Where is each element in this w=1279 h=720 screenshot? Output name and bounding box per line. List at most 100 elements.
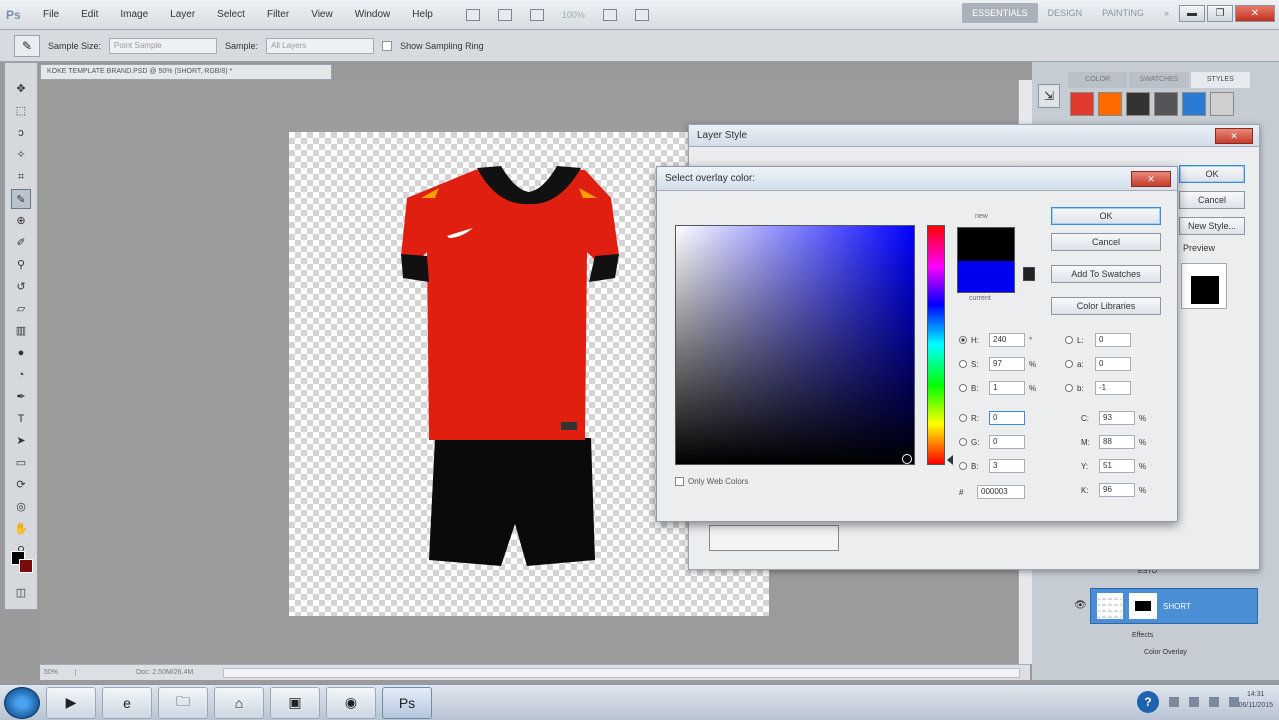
blur-tool-icon[interactable]: ● [11,343,31,363]
path-selection-tool-icon[interactable]: ➤ [11,431,31,451]
saturation-radio[interactable] [959,360,967,368]
brush-tool-icon[interactable]: ✐ [11,233,31,253]
new-style-button[interactable]: New Style... [1179,217,1245,235]
red-radio[interactable] [959,414,967,422]
arrange-icon[interactable] [529,8,544,21]
style-swatch[interactable] [1126,92,1150,116]
healing-brush-tool-icon[interactable]: ⊕ [11,211,31,231]
black-input[interactable]: 96 [1099,483,1135,497]
color-field-cursor[interactable] [902,454,912,464]
hand-tool-icon[interactable]: ✋ [11,519,31,539]
layer-row-selected[interactable]: SHORT [1090,588,1258,624]
bridge-icon[interactable] [465,8,480,21]
color-field[interactable] [675,225,915,465]
close-button[interactable]: ✕ [1235,5,1275,22]
workspace-essentials[interactable]: ESSENTIALS [962,3,1038,23]
hue-input[interactable]: 240 [989,333,1025,347]
start-button[interactable] [4,686,40,719]
document-tab[interactable]: KOKE TEMPLATE BRAND.PSD @ 50% (SHORT, RG… [40,64,332,80]
lasso-tool-icon[interactable]: ↄ [11,123,31,143]
layer-effects-label[interactable]: Effects [1132,632,1153,639]
tray-icon[interactable] [1169,697,1179,707]
green-radio[interactable] [959,438,967,446]
quick-select-tool-icon[interactable]: ✧ [11,145,31,165]
history-brush-tool-icon[interactable]: ↺ [11,277,31,297]
gradient-tool-icon[interactable]: ▥ [11,321,31,341]
quick-mask-icon[interactable]: ◫ [11,583,31,603]
blue-radio[interactable] [959,462,967,470]
background-color-swatch[interactable] [19,559,33,573]
menu-window[interactable]: Window [344,9,402,20]
picker-ok-button[interactable]: OK [1051,207,1161,225]
network-icon[interactable]: ⌂ [214,686,264,719]
zoom-level-menu[interactable]: 100% [562,10,585,20]
network-tray-icon[interactable] [1209,697,1219,707]
layer-style-cancel-button[interactable]: Cancel [1179,191,1245,209]
web-colors-checkbox[interactable] [675,477,684,486]
menu-file[interactable]: File [32,9,70,20]
picker-cancel-button[interactable]: Cancel [1051,233,1161,251]
eyedropper-tool-icon[interactable]: ✎ [11,189,31,209]
workspace-more[interactable]: » [1154,3,1179,23]
type-tool-icon[interactable]: T [11,409,31,429]
status-zoom[interactable]: 50% [40,669,76,676]
style-swatch[interactable] [1098,92,1122,116]
cyan-input[interactable]: 93 [1099,411,1135,425]
hue-slider-handle[interactable] [947,455,953,465]
red-input[interactable]: 0 [989,411,1025,425]
show-sampling-ring-checkbox[interactable] [382,40,393,51]
color-picker-close-button[interactable]: ✕ [1131,171,1171,187]
help-icon[interactable]: ? [1137,691,1159,713]
horizontal-scrollbar[interactable] [223,667,1020,678]
3d-rotate-tool-icon[interactable]: ⟳ [11,475,31,495]
hue-slider[interactable] [927,225,945,465]
lab-l-radio[interactable] [1065,336,1073,344]
style-swatch[interactable] [1154,92,1178,116]
brightness-input[interactable]: 1 [989,381,1025,395]
yellow-input[interactable]: 51 [1099,459,1135,473]
color-overlay-effect[interactable]: Color Overlay [1144,649,1187,656]
menu-view[interactable]: View [300,9,344,20]
3d-orbit-tool-icon[interactable]: ◎ [11,497,31,517]
green-input[interactable]: 0 [989,435,1025,449]
status-doc-info[interactable]: Doc: 2.50M/26.4M [76,669,193,676]
add-to-swatches-button[interactable]: Add To Swatches [1051,265,1161,283]
lab-a-input[interactable]: 0 [1095,357,1131,371]
out-of-gamut-cube-icon[interactable] [1023,267,1035,281]
menu-image[interactable]: Image [109,9,159,20]
media-player-icon[interactable]: ▶ [46,686,96,719]
workspace-painting[interactable]: PAINTING [1092,3,1154,23]
style-swatch[interactable] [1182,92,1206,116]
brightness-radio[interactable] [959,384,967,392]
lab-b-radio[interactable] [1065,384,1073,392]
hue-radio[interactable] [959,336,967,344]
system-clock[interactable]: 14:31 06/11/2015 [1238,689,1273,711]
workspace-design[interactable]: DESIGN [1038,3,1093,23]
saturation-input[interactable]: 97 [989,357,1025,371]
tab-color[interactable]: COLOR [1068,72,1128,88]
screen-mode-icon[interactable] [634,8,649,21]
folder-icon[interactable]: 🗀 [158,686,208,719]
clone-stamp-tool-icon[interactable]: ⚲ [11,255,31,275]
powerpoint-icon[interactable]: ▣ [270,686,320,719]
eyedropper-tool-preset-icon[interactable]: ✎ [14,34,40,57]
dodge-tool-icon[interactable]: ◔ [11,365,31,385]
lab-a-radio[interactable] [1065,360,1073,368]
minibridge-icon[interactable] [497,8,512,21]
blue-input[interactable]: 3 [989,459,1025,473]
tray-icon[interactable] [1189,697,1199,707]
internet-explorer-icon[interactable]: e [102,686,152,719]
style-swatch[interactable] [1070,92,1094,116]
minimize-button[interactable]: ▬ [1179,5,1205,22]
menu-select[interactable]: Select [206,9,256,20]
chrome-icon[interactable]: ◉ [326,686,376,719]
magenta-input[interactable]: 88 [1099,435,1135,449]
marquee-tool-icon[interactable]: ⬚ [11,101,31,121]
menu-edit[interactable]: Edit [70,9,109,20]
sample-size-select[interactable]: Point Sample [109,37,218,54]
tab-swatches[interactable]: SWATCHES [1129,72,1189,88]
lab-b-input[interactable]: -1 [1095,381,1131,395]
tab-styles[interactable]: STYLES [1190,72,1250,88]
menu-layer[interactable]: Layer [159,9,206,20]
lab-l-input[interactable]: 0 [1095,333,1131,347]
